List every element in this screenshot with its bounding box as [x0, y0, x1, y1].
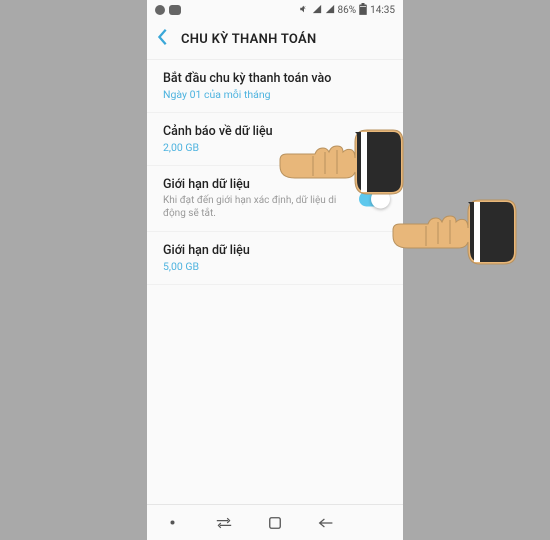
nav-recents-button[interactable]: [215, 514, 233, 532]
mute-icon: [299, 4, 309, 17]
pointing-hand-icon: [275, 122, 405, 202]
signal-icon: [312, 4, 322, 17]
signal-icon-2: [325, 4, 335, 17]
item-data-limit-value[interactable]: Giới hạn dữ liệu 5,00 GB: [147, 232, 403, 285]
item-title: Giới hạn dữ liệu: [163, 243, 387, 258]
notification-icon: [155, 5, 165, 15]
back-button[interactable]: [157, 28, 169, 51]
phone-frame: 86% 14:35 CHU KỲ THANH TOÁN Bắt đầu chu …: [147, 0, 403, 540]
page-title: CHU KỲ THANH TOÁN: [181, 32, 317, 47]
battery-icon: [359, 3, 367, 18]
item-subtitle: Ngày 01 của mỗi tháng: [163, 88, 387, 101]
pointing-hand-icon: [388, 192, 518, 272]
item-subtitle: 5,00 GB: [163, 260, 387, 273]
item-title: Bắt đầu chu kỳ thanh toán vào: [163, 71, 387, 86]
clock-text: 14:35: [370, 5, 395, 16]
nav-dot: [164, 514, 182, 532]
status-bar: 86% 14:35: [147, 0, 403, 20]
item-start-cycle[interactable]: Bắt đầu chu kỳ thanh toán vào Ngày 01 củ…: [147, 60, 403, 113]
status-right: 86% 14:35: [299, 3, 395, 18]
nav-home-button[interactable]: [266, 514, 284, 532]
nav-spacer: [368, 514, 386, 532]
nav-back-button[interactable]: [317, 514, 335, 532]
navigation-bar: [147, 504, 403, 540]
message-icon: [169, 5, 181, 15]
app-header: CHU KỲ THANH TOÁN: [147, 20, 403, 60]
status-left: [155, 5, 181, 15]
battery-text: 86%: [338, 5, 357, 16]
